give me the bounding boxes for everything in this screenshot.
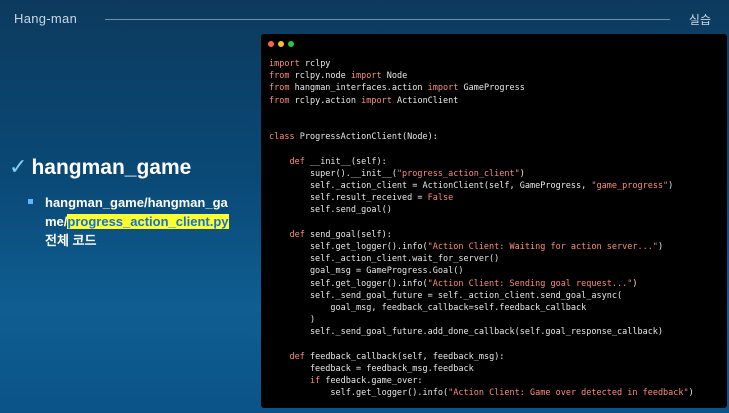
code-line: super().__init__("progress_action_client… — [269, 168, 694, 180]
code-token: super().__init__( — [269, 168, 397, 179]
code-token: feedback_callback(self, feedback_msg): — [304, 351, 505, 362]
code-token: goal_msg, feedback_callback=self.feedbac… — [269, 303, 587, 314]
code-token: feedback.game_over: — [320, 376, 423, 387]
code-token: "Action Client: Waiting for action serve… — [427, 242, 658, 253]
code-token: ) — [269, 315, 316, 326]
bullet-main: ✓ hangman_game — [9, 155, 191, 180]
code-token: False — [427, 193, 454, 204]
code-line: goal_msg, feedback_callback=self.feedbac… — [269, 302, 694, 314]
code-token: goal_msg = GameProgress.Goal() — [269, 266, 464, 277]
code-line: class ProgressActionClient(Node): — [269, 131, 694, 143]
square-bullet-icon — [28, 199, 33, 204]
code-line: import rclpy — [269, 58, 694, 70]
code-token: self.send_goal() — [269, 205, 392, 216]
code-token: self._send_goal_future.add_done_callback… — [269, 327, 664, 338]
code-line: self.send_goal() — [269, 204, 694, 216]
code-line: self._send_goal_future = self._action_cl… — [269, 290, 694, 302]
sub-suffix: 전체 코드 — [45, 233, 97, 248]
code-token: from — [269, 71, 290, 82]
close-dot-icon — [268, 41, 274, 47]
code-token: ) — [519, 168, 525, 179]
code-token: rclpy — [299, 59, 331, 69]
maximize-dot-icon — [288, 41, 294, 47]
code-token: self._action_client = ActionClient(self,… — [269, 181, 592, 192]
code-token: feedback = feedback_msg.feedback — [269, 364, 474, 375]
minimize-dot-icon — [278, 41, 284, 47]
code-token: self.get_logger().info( — [269, 278, 428, 289]
code-token: ) — [657, 242, 664, 253]
code-token: GameProgress — [458, 83, 525, 94]
code-token: import — [269, 59, 300, 69]
code-line: def __init__(self): — [269, 156, 694, 168]
code-line: self.get_logger().info("Action Client: S… — [269, 278, 694, 290]
header-title: Hang-man — [14, 11, 78, 26]
code-line: self.get_logger().info("Action Client: W… — [269, 241, 694, 253]
code-block: import rclpy from rclpy.node import Node f… — [269, 58, 694, 400]
code-token: "game_progress" — [591, 181, 669, 192]
code-token: Node — [381, 71, 408, 82]
header-divider — [105, 19, 670, 20]
code-token: "Action Client: Sending goal request..." — [427, 278, 633, 289]
code-token: from — [269, 83, 290, 94]
window-controls — [268, 41, 294, 47]
code-line: self.get_logger().info("Action Client: G… — [269, 387, 694, 399]
code-token: self._action_client.wait_for_server() — [269, 254, 500, 265]
code-line: self.result_received = False — [269, 192, 694, 204]
code-line: self._send_goal_future.add_done_callback… — [269, 326, 694, 338]
code-token: ActionClient — [391, 95, 459, 106]
bullet-sub: hangman_game/hangman_ga me/progress_acti… — [28, 193, 260, 250]
code-line: def send_goal(self): — [269, 229, 694, 241]
code-line: from rclpy.node import Node — [269, 70, 694, 82]
code-token: ) — [632, 278, 638, 289]
code-line: from hangman_interfaces.action import Ga… — [269, 82, 694, 94]
checkmark-icon: ✓ — [9, 155, 28, 180]
code-line: ) — [269, 314, 694, 326]
code-token: self._send_goal_future = self._action_cl… — [269, 290, 623, 301]
code-line: from rclpy.action import ActionClient — [269, 95, 694, 107]
code-token: ProgressActionClient(Node): — [294, 132, 438, 143]
code-token: import — [350, 71, 382, 82]
code-window: import rclpy from rclpy.node import Node f… — [261, 34, 727, 408]
code-token: send_goal(self): — [304, 229, 392, 240]
code-line: self._action_client = ActionClient(self,… — [269, 180, 694, 192]
code-line: feedback = feedback_msg.feedback — [269, 363, 694, 375]
code-token: self.get_logger().info( — [269, 242, 428, 253]
code-token: "Action Client: Game over detected in fe… — [448, 388, 689, 399]
code-token: class — [269, 132, 295, 143]
code-token: ) — [688, 388, 694, 399]
code-token: rclpy.action — [289, 95, 362, 106]
code-line: def feedback_callback(self, feedback_msg… — [269, 351, 694, 363]
code-token: self.result_received = — [269, 193, 428, 204]
code-token: def — [289, 229, 305, 240]
code-token: __init__(self): — [304, 156, 387, 167]
sub-highlight: progress_action_client.py — [67, 214, 229, 229]
code-token: from — [269, 95, 290, 106]
code-line: self._action_client.wait_for_server() — [269, 253, 694, 265]
code-token: ) — [668, 181, 674, 192]
code-line: goal_msg = GameProgress.Goal() — [269, 265, 694, 277]
code-token: hangman_interfaces.action — [289, 83, 428, 94]
header-tag: 실습 — [688, 13, 711, 27]
code-token: import — [427, 83, 459, 94]
code-token: def — [289, 156, 305, 167]
code-line: if feedback.game_over: — [269, 375, 694, 387]
code-token: def — [289, 351, 305, 362]
bullet-main-title: hangman_game — [31, 155, 192, 179]
code-token: self.get_logger().info( — [269, 388, 449, 399]
bullet-sub-text: hangman_game/hangman_ga me/progress_acti… — [45, 193, 260, 250]
code-token: import — [361, 95, 392, 106]
code-token: "progress_action_client" — [396, 168, 520, 179]
code-token: rclpy.node — [289, 71, 351, 82]
code-token: if — [309, 376, 321, 387]
